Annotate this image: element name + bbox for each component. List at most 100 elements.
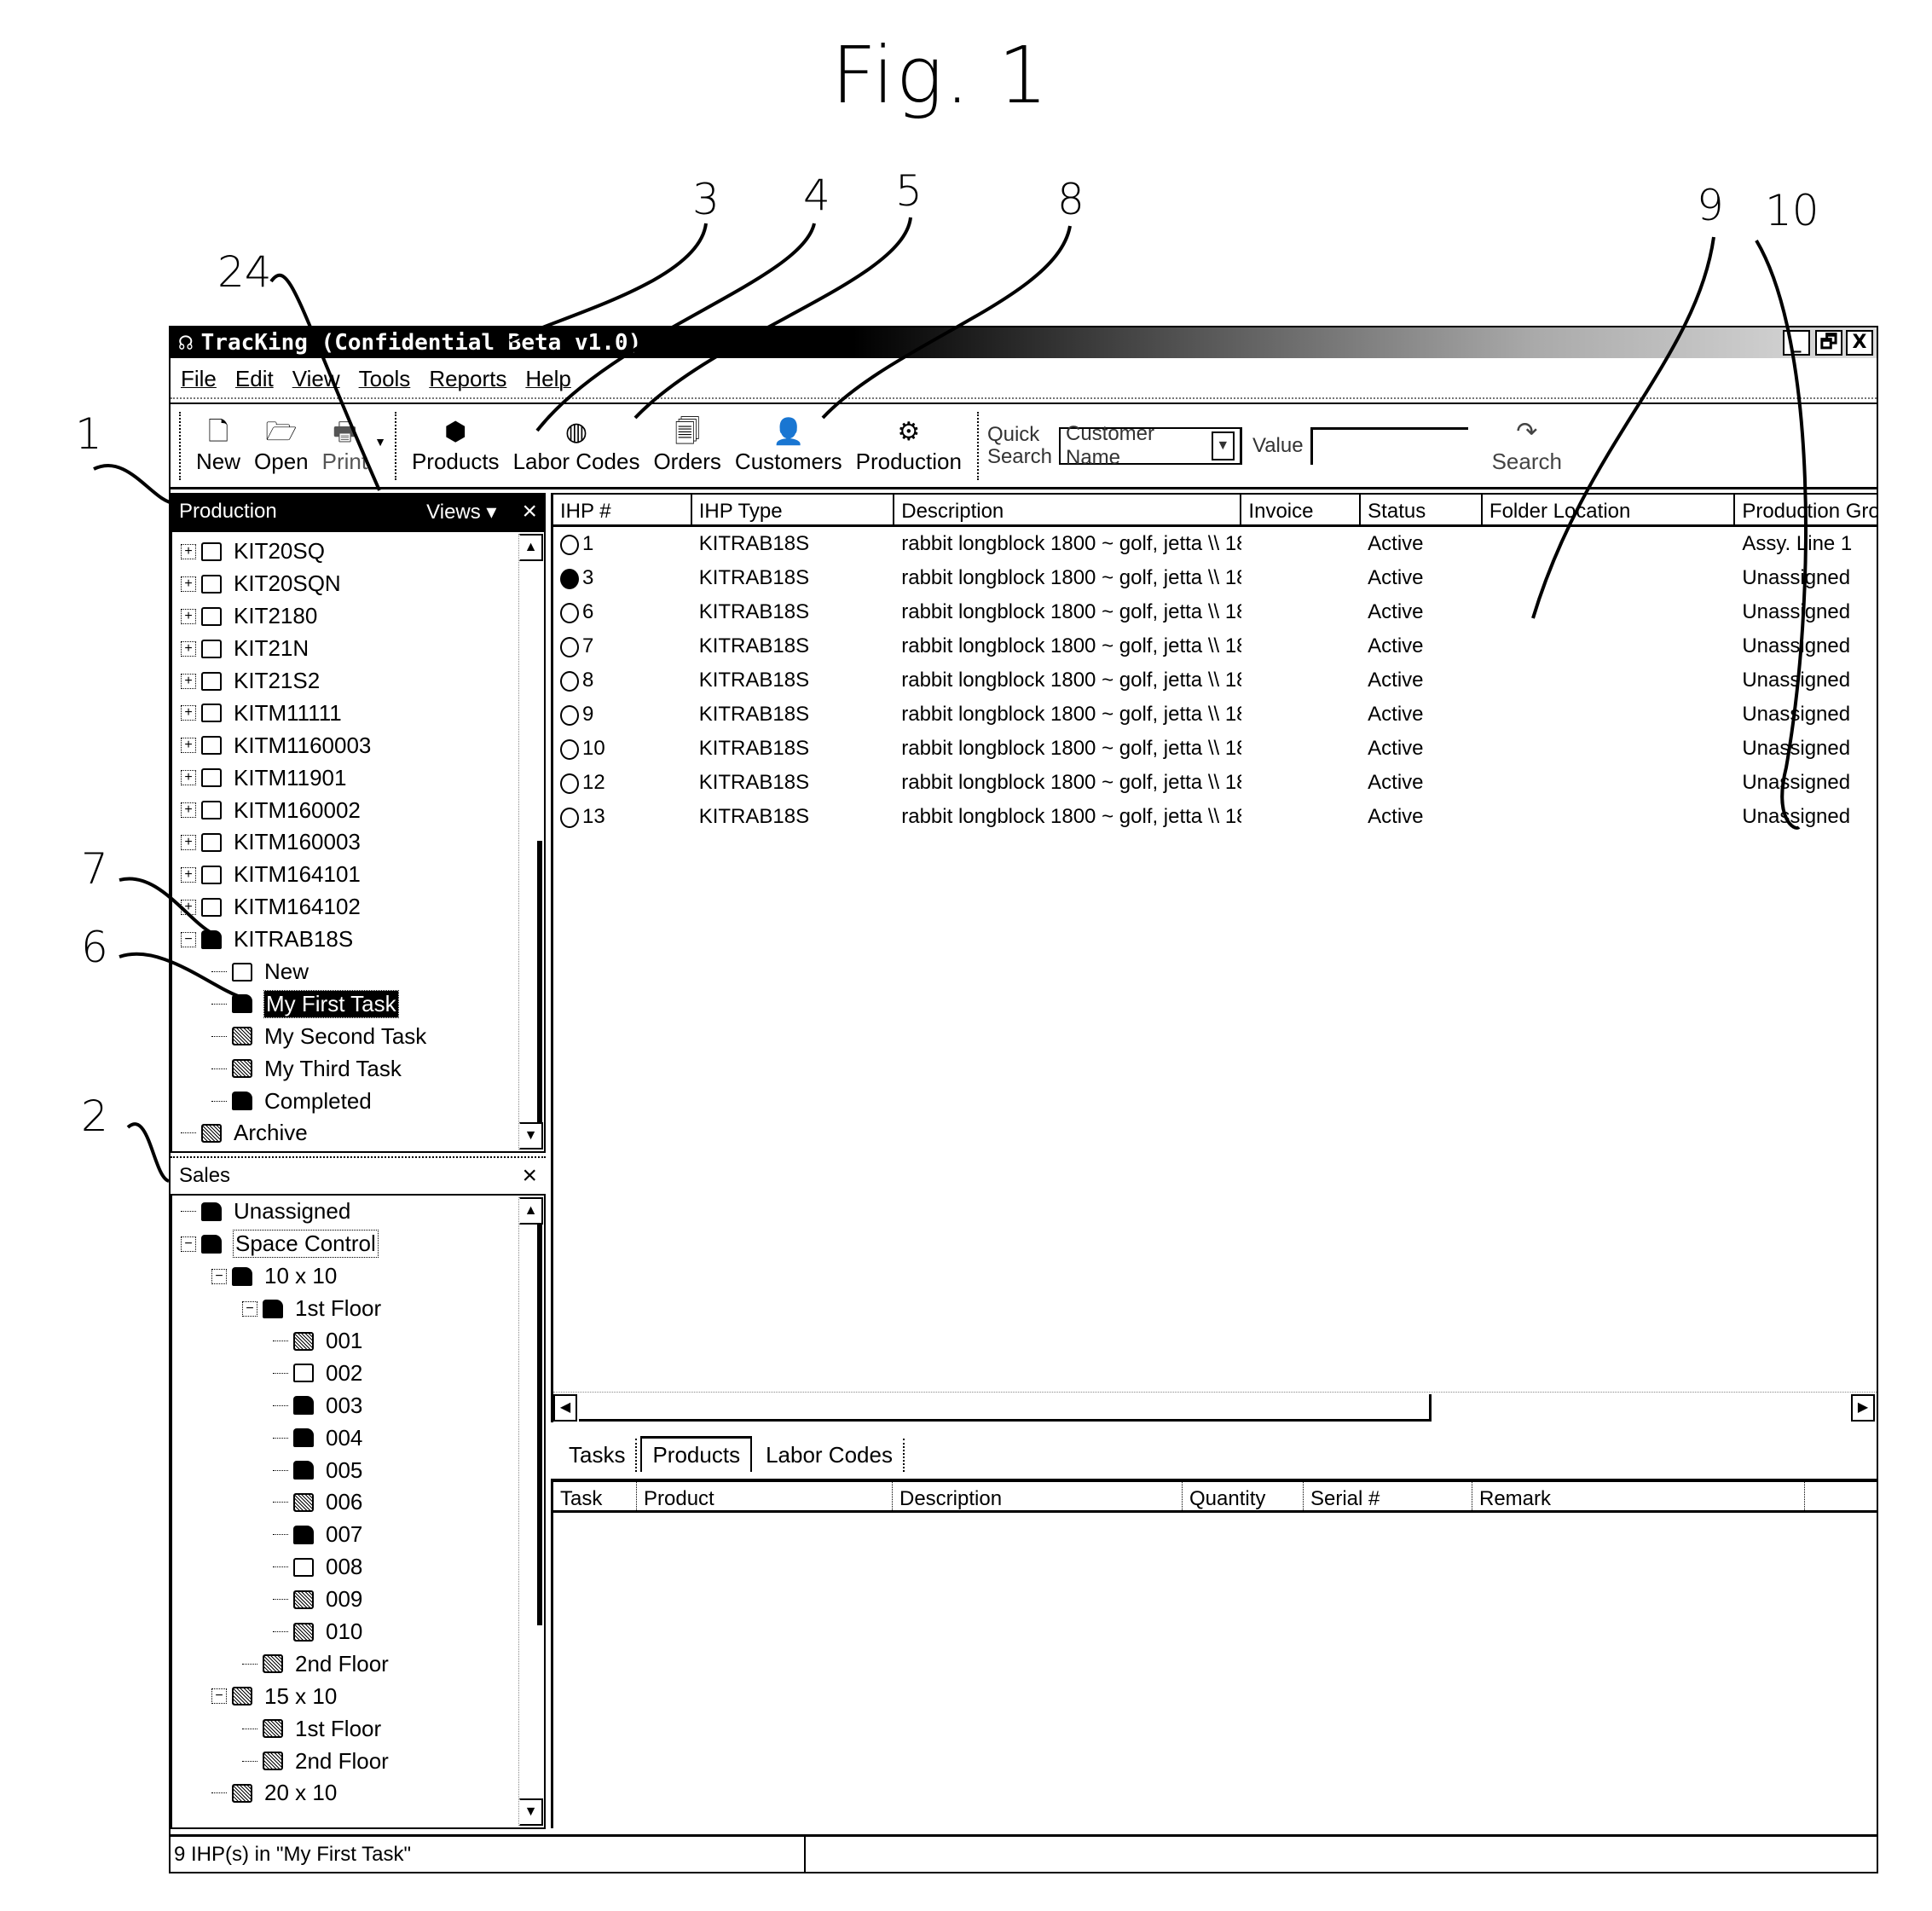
scroll-thumb[interactable] bbox=[537, 841, 542, 1122]
collapse-icon[interactable]: − bbox=[181, 1236, 196, 1252]
table-row[interactable]: 12 KITRAB18S rabbit longblock 1800 ~ golf,… bbox=[553, 766, 1877, 800]
expand-icon[interactable]: + bbox=[181, 770, 196, 786]
table-row[interactable]: 6 KITRAB18S rabbit longblock 1800 ~ golf, … bbox=[553, 595, 1877, 629]
tree-node[interactable]: New bbox=[181, 956, 544, 988]
expand-icon[interactable]: + bbox=[181, 673, 196, 689]
orders-button[interactable]: 🗐 Orders bbox=[646, 404, 727, 487]
tree-node[interactable]: + KITM11111 bbox=[181, 697, 544, 729]
tree-node[interactable]: 006 bbox=[181, 1486, 544, 1519]
tree-node[interactable]: 2nd Floor bbox=[181, 1745, 544, 1777]
open-button[interactable]: 🗁 Open bbox=[247, 404, 315, 487]
tree-node[interactable]: 2nd Floor bbox=[181, 1648, 544, 1680]
expand-icon[interactable]: + bbox=[181, 866, 196, 883]
tree-node[interactable]: + KITM164101 bbox=[181, 859, 544, 891]
tab-products[interactable]: Products bbox=[640, 1436, 753, 1472]
tree-node[interactable]: 008 bbox=[181, 1551, 544, 1584]
menu-file[interactable]: File bbox=[181, 366, 217, 392]
menu-view[interactable]: View bbox=[292, 366, 340, 392]
tree-node[interactable]: 007 bbox=[181, 1519, 544, 1551]
expand-icon[interactable]: + bbox=[181, 576, 196, 592]
close-production-panel-button[interactable]: × bbox=[522, 497, 537, 526]
scroll-left-button[interactable]: ◀ bbox=[553, 1394, 577, 1422]
expand-icon[interactable]: + bbox=[181, 543, 196, 559]
table-row[interactable]: 3 KITRAB18S rabbit longblock 1800 ~ golf, … bbox=[553, 561, 1877, 595]
table-row[interactable]: 9 KITRAB18S rabbit longblock 1800 ~ golf, … bbox=[553, 698, 1877, 732]
menu-help[interactable]: Help bbox=[525, 366, 570, 392]
expand-icon[interactable]: + bbox=[181, 802, 196, 819]
tree-node[interactable]: 010 bbox=[181, 1616, 544, 1648]
column-header-serial[interactable]: Serial # bbox=[1304, 1482, 1472, 1510]
expand-icon[interactable]: + bbox=[181, 738, 196, 754]
table-row[interactable]: 1 KITRAB18S rabbit longblock 1800 ~ golf, … bbox=[553, 527, 1877, 561]
tree-node[interactable]: + KITM160002 bbox=[181, 794, 544, 826]
column-header-ihp-number[interactable]: IHP # bbox=[553, 495, 692, 524]
scroll-up-button[interactable]: ▲ bbox=[519, 534, 543, 561]
tree-node[interactable]: 005 bbox=[181, 1454, 544, 1486]
tree-node[interactable]: + KIT21N bbox=[181, 633, 544, 665]
production-button[interactable]: ⚙ Production bbox=[849, 404, 969, 487]
tree-node[interactable]: + KITM11901 bbox=[181, 762, 544, 794]
menu-reports[interactable]: Reports bbox=[429, 366, 506, 392]
table-row[interactable]: 8 KITRAB18S rabbit longblock 1800 ~ golf, … bbox=[553, 663, 1877, 698]
scroll-thumb[interactable] bbox=[537, 1225, 542, 1625]
production-tree-scrollbar[interactable]: ▲ ▼ bbox=[518, 534, 543, 1149]
restore-button[interactable]: 🗗 bbox=[1815, 330, 1842, 356]
new-button[interactable]: 🗋 New bbox=[189, 404, 247, 487]
tree-node[interactable]: + KIT21S2 bbox=[181, 665, 544, 698]
table-row[interactable]: 10 KITRAB18S rabbit longblock 1800 ~ golf,… bbox=[553, 732, 1877, 766]
tree-node[interactable]: + KITM160003 bbox=[181, 826, 544, 859]
menu-edit[interactable]: Edit bbox=[235, 366, 274, 392]
column-header-remark[interactable]: Remark bbox=[1472, 1482, 1805, 1510]
collapse-icon[interactable]: − bbox=[181, 931, 196, 947]
table-row[interactable]: 7 KITRAB18S rabbit longblock 1800 ~ golf, … bbox=[553, 629, 1877, 663]
tree-node[interactable]: 001 bbox=[181, 1325, 544, 1358]
expand-icon[interactable]: + bbox=[181, 834, 196, 850]
tree-node[interactable]: Archive bbox=[181, 1117, 544, 1149]
scroll-up-button[interactable]: ▲ bbox=[519, 1197, 543, 1225]
tree-node[interactable]: − KITRAB18S bbox=[181, 924, 544, 956]
print-dropdown-arrow-icon[interactable]: ▼ bbox=[374, 435, 386, 449]
tree-node[interactable]: + KIT20SQ bbox=[181, 536, 544, 568]
scroll-right-button[interactable]: ▶ bbox=[1851, 1394, 1875, 1422]
minimize-button[interactable]: _ bbox=[1783, 330, 1810, 356]
horizontal-scrollbar[interactable]: ◀ ▶ bbox=[553, 1392, 1877, 1422]
tree-node[interactable]: + KITM1160003 bbox=[181, 729, 544, 762]
tree-node[interactable]: 1st Floor bbox=[181, 1712, 544, 1745]
expand-icon[interactable]: + bbox=[181, 608, 196, 624]
chevron-down-icon[interactable]: ▼ bbox=[1211, 431, 1235, 460]
table-row[interactable]: 13 KITRAB18S rabbit longblock 1800 ~ golf,… bbox=[553, 800, 1877, 834]
tree-node[interactable]: 20 x 10 bbox=[181, 1777, 544, 1810]
column-header-description[interactable]: Description bbox=[894, 495, 1242, 524]
column-header-ihp-type[interactable]: IHP Type bbox=[692, 495, 895, 524]
customers-button[interactable]: 👤 Customers bbox=[728, 404, 849, 487]
tree-node[interactable]: Completed bbox=[181, 1085, 544, 1117]
column-header-invoice[interactable]: Invoice bbox=[1241, 495, 1362, 524]
column-header-detail-description[interactable]: Description bbox=[893, 1482, 1183, 1510]
tree-node[interactable]: 002 bbox=[181, 1357, 544, 1389]
tree-node[interactable]: My First Task bbox=[181, 987, 544, 1020]
tree-node[interactable]: Unassigned bbox=[181, 1196, 544, 1228]
tree-node[interactable]: + KIT20SQN bbox=[181, 568, 544, 600]
menu-tools[interactable]: Tools bbox=[359, 366, 411, 392]
expand-icon[interactable]: + bbox=[181, 640, 196, 657]
search-field-select[interactable]: Customer Name ▼ bbox=[1058, 422, 1242, 469]
expand-icon[interactable]: + bbox=[181, 899, 196, 915]
tab-tasks[interactable]: Tasks bbox=[558, 1439, 638, 1472]
column-header-task[interactable]: Task bbox=[553, 1482, 637, 1510]
close-window-button[interactable]: X bbox=[1846, 330, 1873, 356]
column-header-folder-location[interactable]: Folder Location bbox=[1483, 495, 1736, 524]
tree-node[interactable]: − Space Control bbox=[181, 1228, 544, 1260]
horizontal-scroll-thumb[interactable] bbox=[579, 1394, 1432, 1422]
collapse-icon[interactable]: − bbox=[211, 1268, 227, 1284]
tree-node[interactable]: − 15 x 10 bbox=[181, 1680, 544, 1712]
column-header-status[interactable]: Status bbox=[1361, 495, 1483, 524]
tab-labor-codes[interactable]: Labor Codes bbox=[755, 1439, 905, 1472]
sales-tree-scrollbar[interactable]: ▲ ▼ bbox=[518, 1197, 543, 1826]
scroll-down-button[interactable]: ▼ bbox=[519, 1798, 543, 1826]
expand-icon[interactable]: + bbox=[181, 705, 196, 721]
toolbar-grip-2[interactable] bbox=[976, 411, 979, 480]
tree-node[interactable]: 009 bbox=[181, 1584, 544, 1616]
collapse-icon[interactable]: − bbox=[211, 1688, 227, 1705]
products-button[interactable]: ⬢ Products bbox=[405, 404, 506, 487]
tree-node[interactable]: My Third Task bbox=[181, 1052, 544, 1085]
